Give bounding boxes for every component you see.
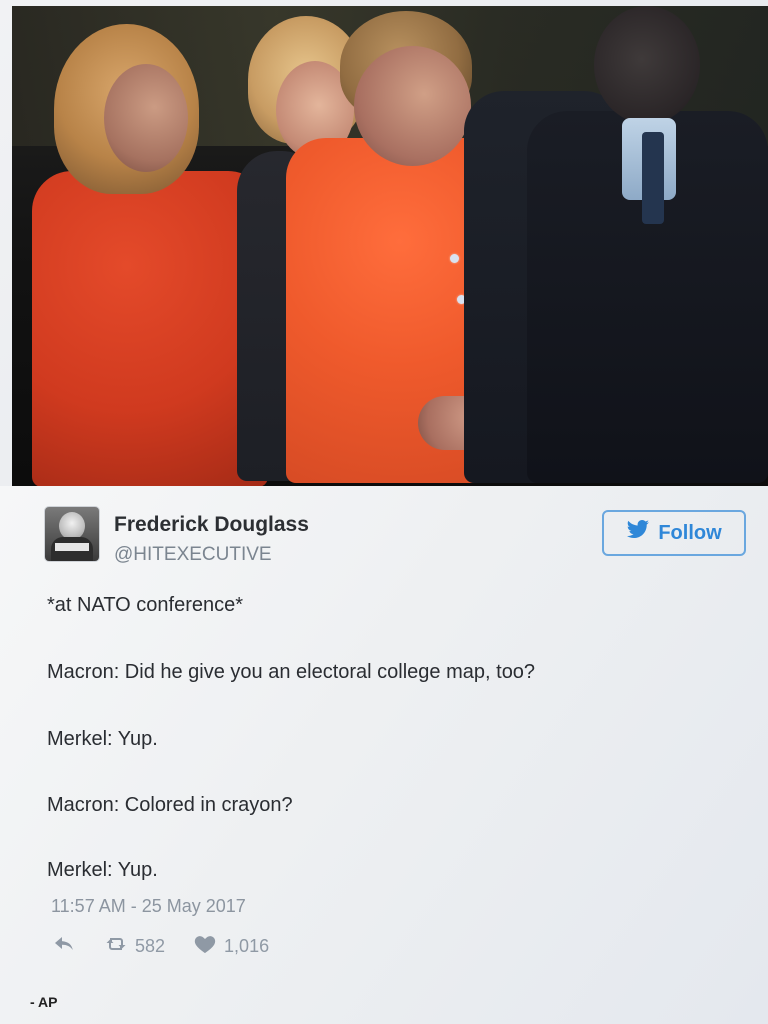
- retweet-action[interactable]: 582: [104, 933, 165, 960]
- tweet-line: Macron: Did he give you an electoral col…: [47, 661, 536, 683]
- left-woman-face: [104, 64, 188, 172]
- follow-button[interactable]: Follow: [602, 510, 746, 556]
- tweet-timestamp[interactable]: 11:57 AM - 25 May 2017: [51, 896, 246, 917]
- left-woman: [32, 171, 268, 486]
- heart-icon: [193, 933, 217, 960]
- avatar-face: [59, 512, 85, 540]
- center-woman-face: [354, 46, 471, 166]
- author-avatar[interactable]: [44, 506, 100, 562]
- tweet-line: Merkel: Yup.: [47, 859, 158, 881]
- tweet-line: Merkel: Yup.: [47, 728, 158, 750]
- retweet-count: 582: [135, 936, 166, 956]
- retweet-icon: [104, 933, 128, 960]
- avatar-plate: [55, 543, 89, 551]
- tweet-card: Frederick Douglass @HITEXECUTIVE Follow …: [0, 486, 768, 1024]
- author-name[interactable]: Frederick Douglass: [114, 513, 309, 537]
- author-handle[interactable]: @HITEXECUTIVE: [114, 544, 272, 566]
- blazer-button: [450, 254, 459, 263]
- man-face: [594, 6, 700, 124]
- bird-icon: [626, 520, 650, 546]
- reply-action[interactable]: [52, 933, 76, 960]
- man-tie: [642, 132, 664, 224]
- tweet-photo[interactable]: [12, 6, 768, 486]
- photo-credit: - AP: [30, 994, 58, 1010]
- like-action[interactable]: 1,016: [193, 933, 269, 960]
- tweet-line: Macron: Colored in crayon?: [47, 794, 293, 816]
- tweet-actions: 582 1,016: [52, 933, 297, 960]
- reply-icon: [52, 933, 76, 960]
- like-count: 1,016: [224, 936, 270, 956]
- tweet-line: *at NATO conference*: [47, 594, 244, 616]
- follow-label: Follow: [658, 521, 722, 544]
